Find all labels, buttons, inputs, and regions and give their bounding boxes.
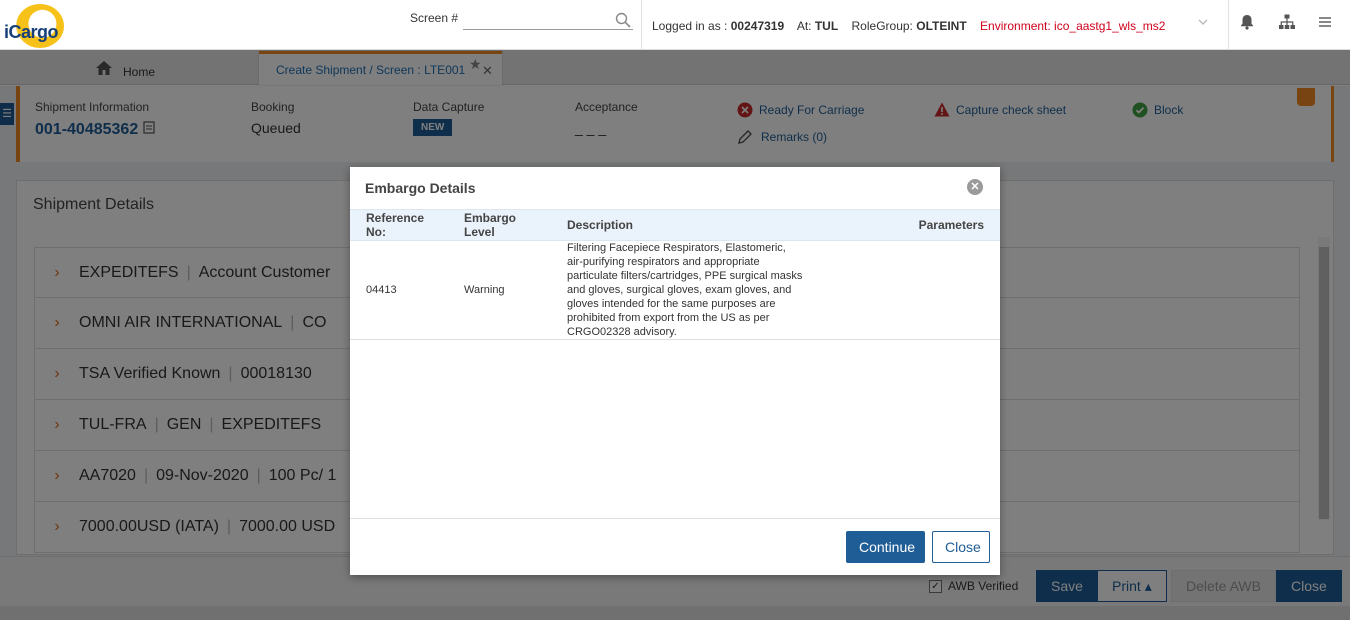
divider: [641, 0, 642, 49]
cell-reference: 04413: [350, 240, 448, 340]
icargo-logo[interactable]: iCargo: [4, 4, 64, 48]
divider: [1228, 0, 1229, 49]
embargo-details-dialog: Embargo Details ✕ Reference No: Embargo …: [350, 167, 1000, 575]
modal-footer: Continue Close: [350, 518, 1000, 575]
role-label: RoleGroup:: [851, 19, 913, 33]
col-description: Description: [551, 209, 903, 241]
table-header-row: Reference No: Embargo Level Description …: [350, 209, 1000, 241]
station: TUL: [814, 19, 839, 33]
screen-input[interactable]: [463, 8, 633, 30]
menu-icon[interactable]: [1316, 13, 1334, 31]
user-id: 00247319: [730, 19, 785, 33]
search-icon[interactable]: [615, 12, 631, 28]
role-group: OLTEINT: [916, 19, 967, 33]
cell-parameters: [902, 240, 1000, 340]
cell-embargo-level: Warning: [448, 240, 551, 340]
chevron-down-icon[interactable]: [1196, 13, 1210, 31]
table-row[interactable]: 04413 Warning Filtering Facepiece Respir…: [350, 240, 1000, 340]
sitemap-icon[interactable]: [1278, 13, 1296, 31]
bell-icon[interactable]: [1238, 13, 1256, 31]
continue-button[interactable]: Continue: [846, 531, 925, 563]
col-parameters: Parameters: [902, 209, 1000, 241]
close-button[interactable]: Close: [932, 531, 990, 563]
modal-title: Embargo Details: [365, 180, 476, 196]
close-icon[interactable]: ✕: [967, 179, 983, 195]
logged-in-label: Logged in as :: [652, 19, 728, 33]
col-reference: Reference No:: [350, 209, 448, 241]
embargo-table: Reference No: Embargo Level Description …: [350, 209, 1000, 340]
user-info: Logged in as : 00247319 At: TUL RoleGrou…: [652, 19, 1165, 33]
environment-label: Environment: ico_aastg1_wls_ms2: [980, 19, 1166, 33]
col-embargo-level: Embargo Level: [448, 209, 551, 241]
cell-description: Filtering Facepiece Respirators, Elastom…: [551, 240, 903, 340]
logo-text: iCargo: [4, 22, 59, 42]
screen-label: Screen #: [410, 11, 459, 25]
at-label: At:: [796, 19, 812, 33]
top-header: iCargo Screen # Logged in as : 00247319 …: [0, 0, 1350, 50]
